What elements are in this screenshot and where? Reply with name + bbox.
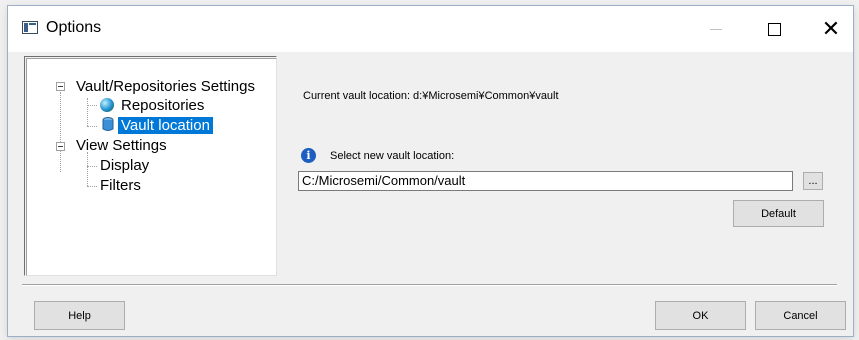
minimize-icon [710, 28, 722, 30]
tree-line [87, 152, 88, 186]
collapse-toggle-vault-settings[interactable] [56, 82, 65, 91]
window-title: Options [46, 19, 102, 36]
window-app-icon [22, 21, 38, 34]
globe-icon [100, 98, 114, 112]
tree-line [87, 186, 97, 187]
select-location-label: Select new vault location: [330, 150, 455, 162]
tree-line [87, 126, 97, 127]
tree-line [60, 92, 61, 172]
close-icon: ✕ [821, 16, 841, 41]
maximize-button[interactable] [751, 6, 797, 52]
footer-divider [22, 284, 837, 286]
tree-item-filters[interactable]: Filters [100, 177, 141, 194]
default-button[interactable]: Default [733, 200, 824, 227]
close-button[interactable]: ✕ [808, 6, 854, 52]
tree-item-repositories[interactable]: Repositories [121, 97, 204, 114]
collapse-toggle-view-settings[interactable] [56, 142, 65, 151]
database-icon [102, 117, 114, 131]
tree-item-vault-repositories-settings[interactable]: Vault/Repositories Settings [76, 78, 255, 95]
tree-line [87, 166, 97, 167]
tree-item-vault-location[interactable]: Vault location [118, 117, 213, 134]
maximize-icon [767, 22, 781, 36]
tree-line [87, 98, 88, 126]
current-vault-location-text: Current vault location: d:¥Microsemi¥Com… [303, 90, 559, 102]
tree-item-display[interactable]: Display [100, 157, 149, 174]
title-bar: Options ✕ [8, 6, 853, 52]
ok-button[interactable]: OK [655, 301, 746, 330]
tree-line [87, 105, 97, 106]
tree-item-view-settings[interactable]: View Settings [76, 137, 167, 154]
vault-path-input[interactable] [298, 171, 793, 191]
help-button[interactable]: Help [34, 301, 125, 330]
cancel-button[interactable]: Cancel [755, 301, 846, 330]
browse-button[interactable]: ... [803, 172, 823, 190]
info-icon: i [301, 148, 316, 163]
minimize-button[interactable] [693, 6, 739, 52]
